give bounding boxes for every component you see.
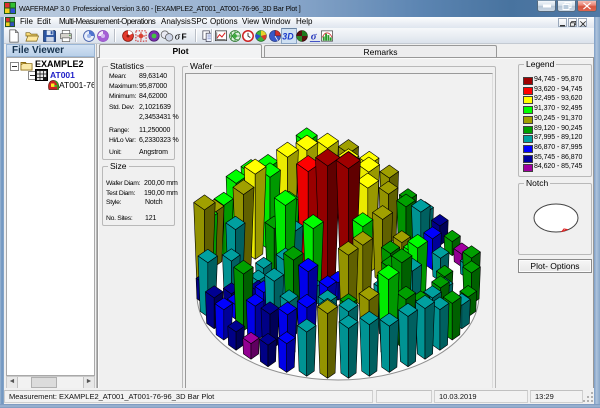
svg-text:F: F: [181, 31, 186, 41]
svg-text:3D: 3D: [282, 31, 294, 41]
svg-text:σ: σ: [311, 31, 318, 43]
svg-text:σ: σ: [175, 32, 181, 43]
